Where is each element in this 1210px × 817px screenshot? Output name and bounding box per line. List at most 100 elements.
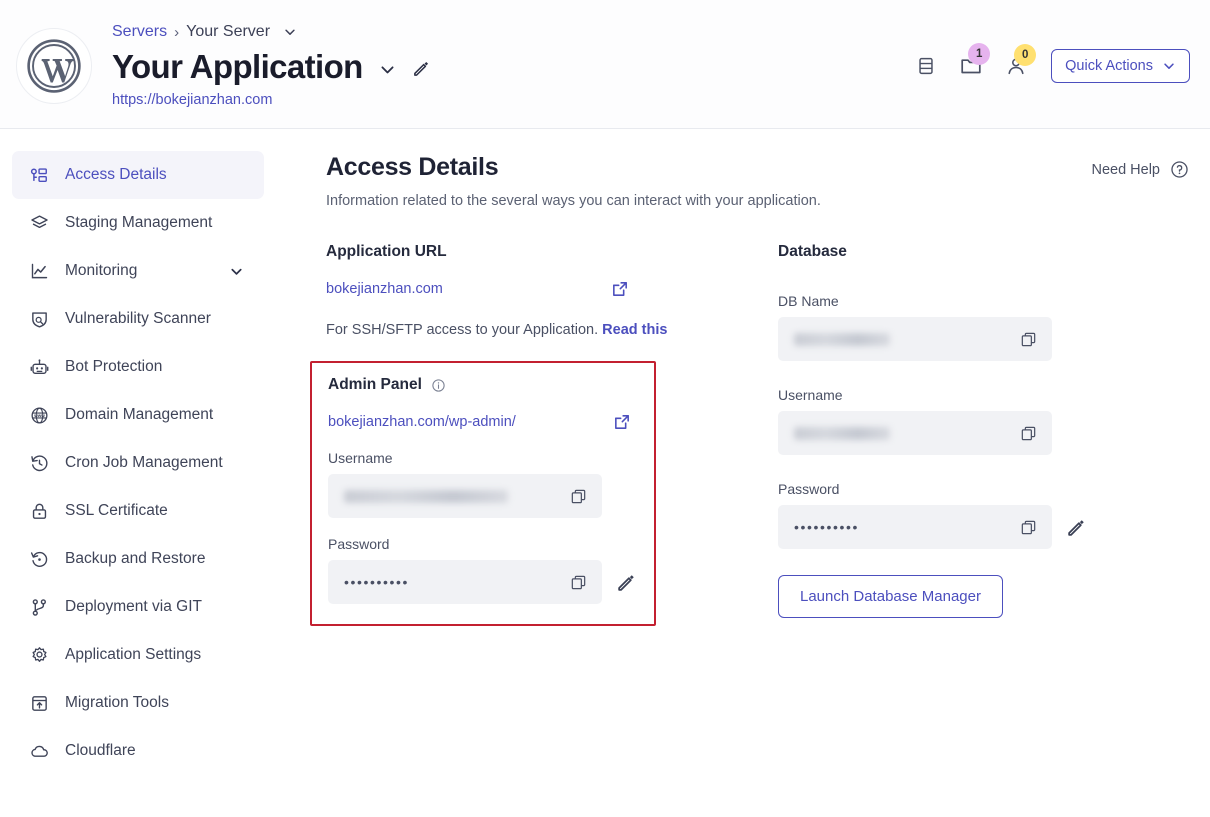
sidebar-item-vulnerability-scanner[interactable]: Vulnerability Scanner bbox=[12, 295, 264, 343]
sidebar-item-label: Cron Job Management bbox=[65, 454, 223, 472]
external-link-icon[interactable] bbox=[610, 279, 630, 299]
breadcrumb-server[interactable]: Your Server bbox=[186, 23, 270, 41]
database-column: Database DB Name Username bbox=[778, 243, 1108, 626]
left-column: Application URL bokejianzhan.com For SSH… bbox=[326, 243, 778, 626]
sidebar-item-domain-management[interactable]: www Domain Management bbox=[12, 391, 264, 439]
wordpress-logo bbox=[16, 28, 92, 104]
main-content: Access Details Information related to th… bbox=[300, 129, 1210, 817]
application-url-section-title: Application URL bbox=[326, 243, 778, 261]
db-username-label: Username bbox=[778, 387, 1108, 403]
application-url-row: bokejianzhan.com bbox=[326, 279, 630, 299]
sidebar-item-migration-tools[interactable]: Migration Tools bbox=[12, 679, 264, 727]
application-url-value-link[interactable]: bokejianzhan.com bbox=[326, 281, 443, 297]
db-name-field[interactable] bbox=[778, 317, 1052, 361]
monitoring-chevron-down-icon[interactable] bbox=[229, 264, 244, 279]
user-badge-count: 0 bbox=[1014, 44, 1036, 66]
sidebar-item-label: SSL Certificate bbox=[65, 502, 168, 520]
wordpress-logo-icon bbox=[26, 38, 82, 94]
sidebar-item-label: Vulnerability Scanner bbox=[65, 310, 211, 328]
sidebar-item-staging-management[interactable]: Staging Management bbox=[12, 199, 264, 247]
help-circle-icon bbox=[1169, 159, 1190, 180]
page-body: Access Details Staging Management Monito… bbox=[0, 129, 1210, 817]
main-header: Access Details Information related to th… bbox=[326, 153, 1190, 209]
edit-pencil-icon[interactable] bbox=[412, 55, 431, 78]
layers-icon bbox=[28, 212, 50, 234]
admin-username-field[interactable] bbox=[328, 474, 602, 518]
sidebar-item-bot-protection[interactable]: Bot Protection bbox=[12, 343, 264, 391]
admin-panel-header: Admin Panel bbox=[328, 376, 638, 394]
clock-history-icon bbox=[28, 452, 50, 474]
admin-username-value bbox=[344, 490, 508, 503]
copy-icon[interactable] bbox=[1019, 330, 1038, 349]
external-link-icon[interactable] bbox=[612, 412, 632, 432]
sidebar-item-deployment-via-git[interactable]: Deployment via GIT bbox=[12, 583, 264, 631]
need-help-label: Need Help bbox=[1091, 162, 1160, 178]
sidebar-item-application-settings[interactable]: Application Settings bbox=[12, 631, 264, 679]
admin-panel-section: Admin Panel bokejianzhan.com/wp-admin/ U… bbox=[310, 361, 656, 626]
breadcrumb-separator: › bbox=[174, 24, 179, 41]
sidebar-item-label: Domain Management bbox=[65, 406, 213, 424]
app-header: Servers › Your Server Your Application h… bbox=[0, 0, 1210, 129]
sidebar-item-label: Application Settings bbox=[65, 646, 201, 664]
admin-panel-title: Admin Panel bbox=[328, 376, 422, 394]
admin-password-field[interactable]: •••••••••• bbox=[328, 560, 602, 604]
read-this-link[interactable]: Read this bbox=[602, 322, 667, 338]
edit-pencil-icon[interactable] bbox=[1066, 517, 1087, 538]
admin-username-label: Username bbox=[328, 450, 638, 466]
sidebar-item-access-details[interactable]: Access Details bbox=[12, 151, 264, 199]
sidebar-item-cron-job-management[interactable]: Cron Job Management bbox=[12, 439, 264, 487]
db-password-row: •••••••••• bbox=[778, 505, 1108, 549]
ssh-sftp-note: For SSH/SFTP access to your Application.… bbox=[326, 322, 778, 338]
database-icon[interactable] bbox=[915, 55, 937, 77]
need-help-button[interactable]: Need Help bbox=[1091, 159, 1190, 180]
access-details-title: Access Details bbox=[326, 153, 821, 182]
sidebar-item-label: Cloudflare bbox=[65, 742, 136, 760]
launch-database-manager-button[interactable]: Launch Database Manager bbox=[778, 575, 1003, 618]
sidebar-item-ssl-certificate[interactable]: SSL Certificate bbox=[12, 487, 264, 535]
db-password-value: •••••••••• bbox=[794, 519, 859, 535]
application-chevron-down-icon[interactable] bbox=[379, 55, 396, 78]
chart-line-icon bbox=[28, 260, 50, 282]
main-title-block: Access Details Information related to th… bbox=[326, 153, 821, 209]
quick-actions-chevron-down-icon bbox=[1162, 59, 1176, 73]
robot-icon bbox=[28, 356, 50, 378]
application-url-link[interactable]: https://bokejianzhan.com bbox=[112, 92, 272, 108]
copy-icon[interactable] bbox=[1019, 518, 1038, 537]
db-username-field[interactable] bbox=[778, 411, 1052, 455]
sidebar-item-label: Access Details bbox=[65, 166, 167, 184]
db-name-row bbox=[778, 317, 1108, 361]
breadcrumb: Servers › Your Server bbox=[112, 23, 297, 41]
quick-actions-button[interactable]: Quick Actions bbox=[1051, 49, 1190, 83]
db-username-value bbox=[794, 427, 890, 440]
db-password-field[interactable]: •••••••••• bbox=[778, 505, 1052, 549]
admin-password-row: •••••••••• bbox=[328, 560, 638, 604]
db-password-label: Password bbox=[778, 481, 1108, 497]
sidebar-item-cloudflare[interactable]: Cloudflare bbox=[12, 727, 264, 775]
gear-icon bbox=[28, 644, 50, 666]
header-actions: 1 0 Quick Actions bbox=[915, 49, 1190, 83]
admin-panel-url-row: bokejianzhan.com/wp-admin/ bbox=[328, 412, 632, 432]
database-section-title: Database bbox=[778, 243, 1108, 261]
sidebar-item-monitoring[interactable]: Monitoring bbox=[12, 247, 264, 295]
breadcrumb-servers[interactable]: Servers bbox=[112, 23, 167, 41]
quick-actions-label: Quick Actions bbox=[1065, 58, 1153, 74]
sidebar-item-backup-and-restore[interactable]: Backup and Restore bbox=[12, 535, 264, 583]
copy-icon[interactable] bbox=[1019, 424, 1038, 443]
key-list-icon bbox=[28, 164, 50, 186]
git-branch-icon bbox=[28, 596, 50, 618]
copy-icon[interactable] bbox=[569, 573, 588, 592]
user-icon[interactable]: 0 bbox=[1005, 55, 1027, 77]
restore-icon bbox=[28, 548, 50, 570]
info-circle-icon[interactable] bbox=[431, 378, 446, 393]
page-title: Your Application bbox=[112, 46, 363, 87]
folder-icon[interactable]: 1 bbox=[959, 54, 983, 78]
sidebar-item-label: Deployment via GIT bbox=[65, 598, 202, 616]
ssh-note-text: For SSH/SFTP access to your Application. bbox=[326, 322, 598, 338]
admin-panel-url-link[interactable]: bokejianzhan.com/wp-admin/ bbox=[328, 414, 516, 430]
edit-pencil-icon[interactable] bbox=[616, 572, 637, 593]
db-username-row bbox=[778, 411, 1108, 455]
server-chevron-down-icon[interactable] bbox=[283, 25, 297, 39]
copy-icon[interactable] bbox=[569, 487, 588, 506]
admin-username-row bbox=[328, 474, 638, 518]
sidebar-item-label: Backup and Restore bbox=[65, 550, 205, 568]
